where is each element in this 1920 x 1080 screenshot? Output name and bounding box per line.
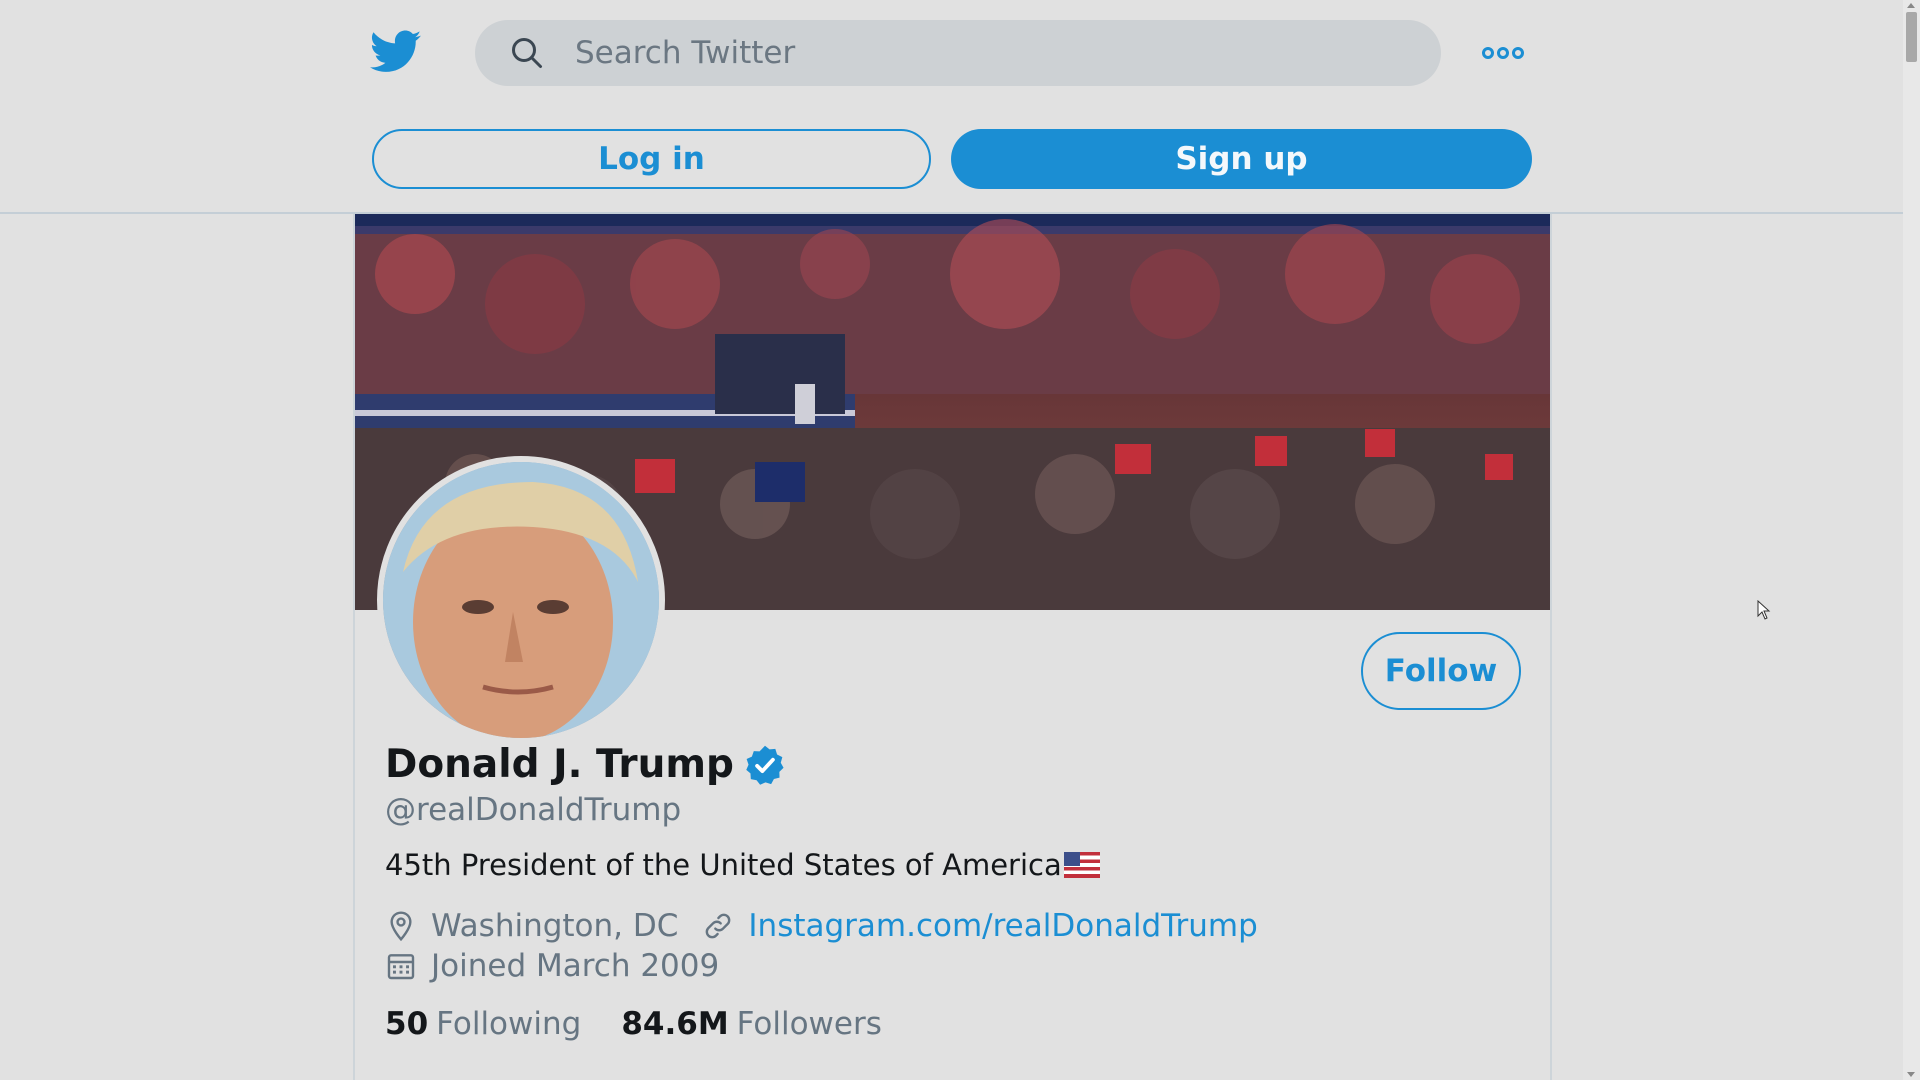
signup-button[interactable]: Sign up <box>951 129 1532 189</box>
top-header: Search Twitter Log in Sign up <box>0 0 1903 214</box>
following-stat[interactable]: 50 Following <box>385 1006 581 1042</box>
search-placeholder: Search Twitter <box>575 35 796 71</box>
following-count: 50 <box>385 1006 429 1042</box>
profile-name: Donald J. Trump <box>385 742 734 787</box>
profile-location: Washington, DC <box>431 908 679 944</box>
more-icon[interactable] <box>1482 44 1524 62</box>
profile-joined: Joined March 2009 <box>431 948 720 984</box>
scroll-down-arrow-icon[interactable] <box>1907 1072 1915 1077</box>
profile-avatar[interactable] <box>377 456 665 744</box>
profile-stats: 50 Following 84.6M Followers <box>385 1006 922 1042</box>
profile-meta-location-website: Washington, DC Instagram.com/realDonaldT… <box>385 908 1258 944</box>
following-label: Following <box>436 1006 582 1042</box>
link-icon <box>706 913 731 939</box>
followers-stat[interactable]: 84.6M Followers <box>621 1006 882 1042</box>
search-icon <box>512 38 542 68</box>
profile-bio: 45th President of the United States of A… <box>385 848 1100 882</box>
follow-button[interactable]: Follow <box>1361 632 1521 710</box>
profile-handle: @realDonaldTrump <box>385 792 682 828</box>
profile-name-row: Donald J. Trump <box>385 742 786 787</box>
profile-website-link[interactable]: Instagram.com/realDonaldTrump <box>748 908 1257 944</box>
profile-meta-joined: Joined March 2009 <box>385 948 719 984</box>
avatar-portrait <box>383 462 659 738</box>
more-dot <box>1482 47 1494 59</box>
search-input[interactable]: Search Twitter <box>475 20 1441 86</box>
more-dot <box>1497 47 1509 59</box>
page-scrollbar[interactable] <box>1903 0 1920 1080</box>
login-button[interactable]: Log in <box>372 129 931 189</box>
verified-badge-icon <box>746 745 784 785</box>
scroll-up-arrow-icon[interactable] <box>1907 3 1915 8</box>
calendar-icon <box>387 954 415 980</box>
bio-text: 45th President of the United States of A… <box>385 848 1062 882</box>
scroll-thumb[interactable] <box>1906 12 1917 62</box>
mouse-cursor-icon <box>1757 600 1771 620</box>
location-pin-icon <box>390 911 412 942</box>
twitter-bird-icon[interactable] <box>370 30 422 74</box>
followers-label: Followers <box>736 1006 882 1042</box>
flag-us-icon <box>1063 852 1100 878</box>
profile-column: Follow Donald J. Trump @realDonaldTrump … <box>353 214 1552 1080</box>
followers-count: 84.6M <box>621 1006 729 1042</box>
more-dot <box>1512 47 1524 59</box>
